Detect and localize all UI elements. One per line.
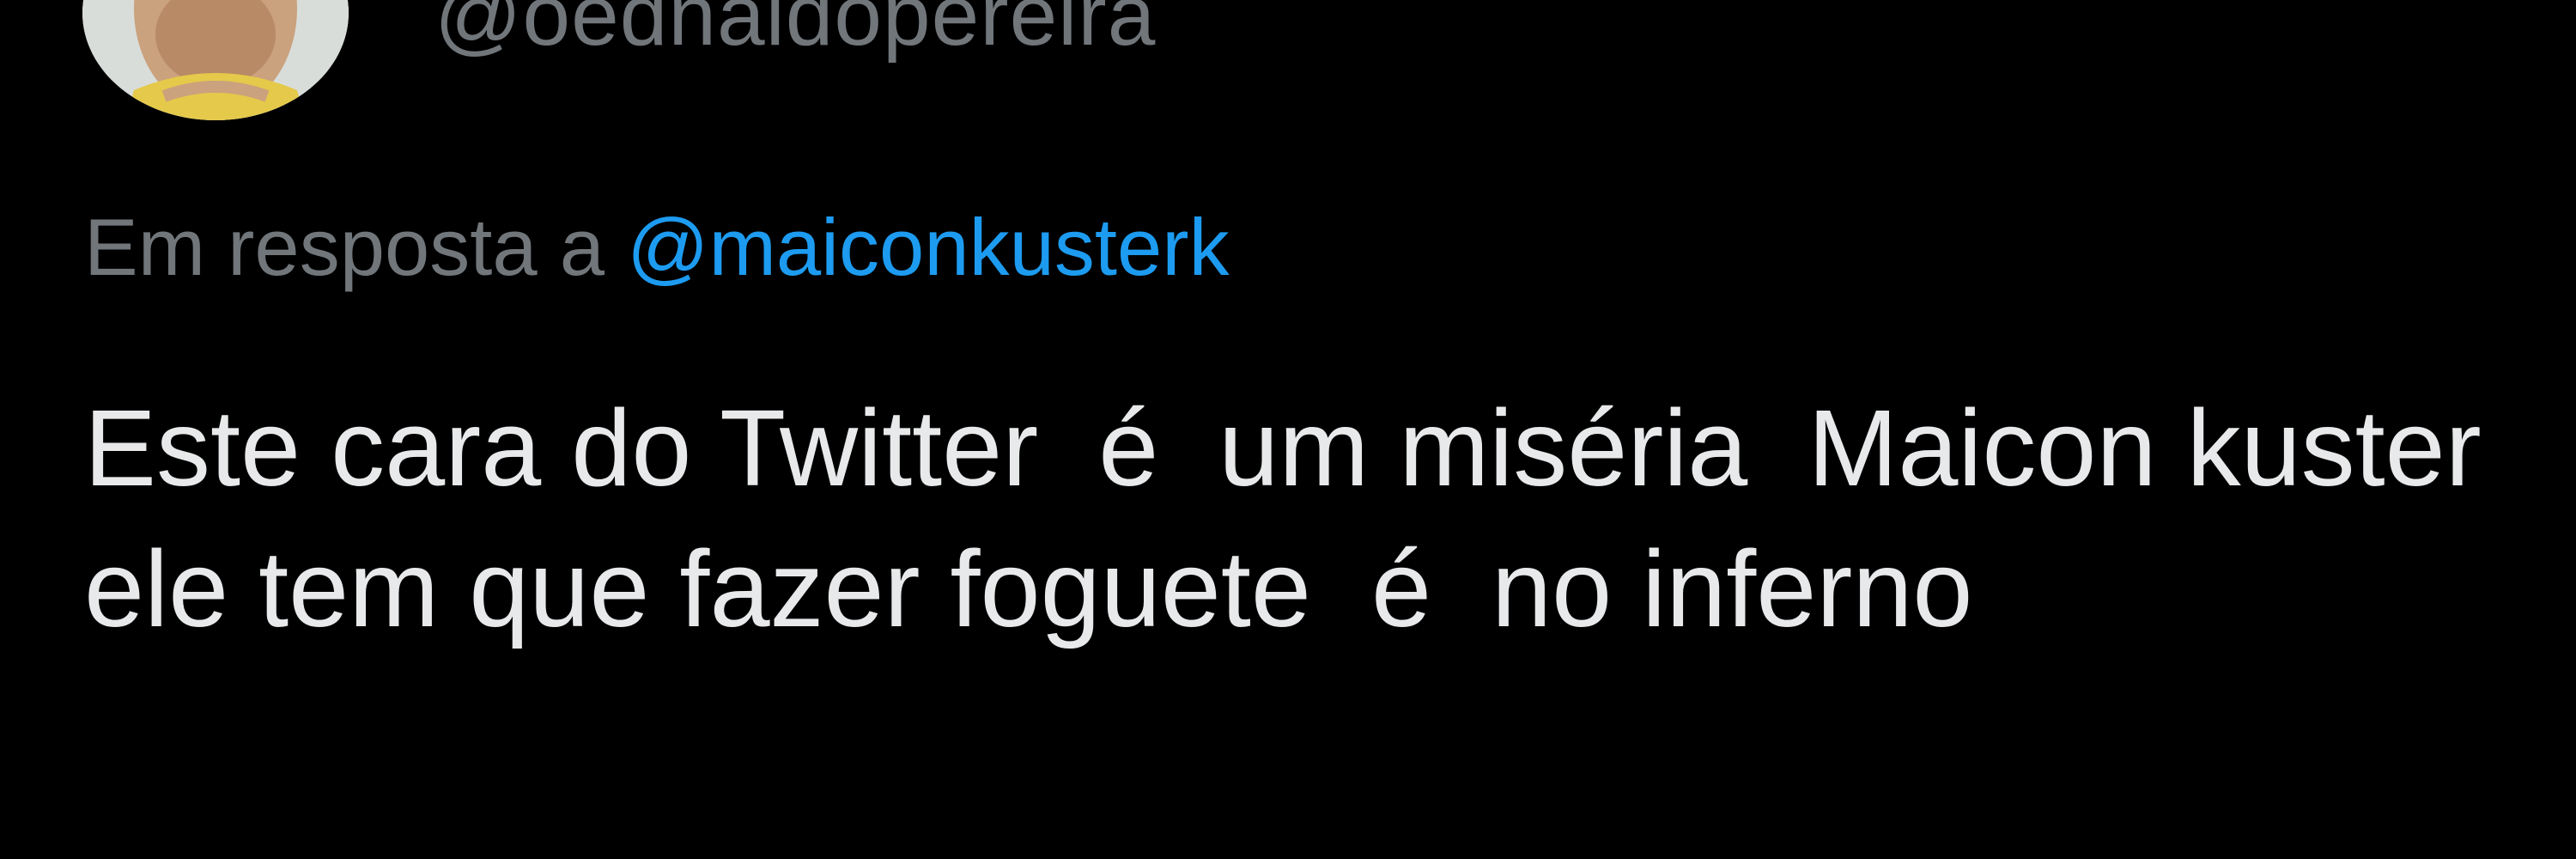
avatar-image [82,0,349,120]
tweet-text: Este cara do Twitter é um miséria Maicon… [84,387,2512,649]
author-handle[interactable]: @oednaldopereira [434,0,1156,58]
reply-context: Em resposta a @maiconkusterk [84,199,1230,296]
avatar[interactable] [82,0,349,120]
reply-prefix: Em resposta a [84,202,628,292]
reply-mention-link[interactable]: @maiconkusterk [627,202,1229,292]
